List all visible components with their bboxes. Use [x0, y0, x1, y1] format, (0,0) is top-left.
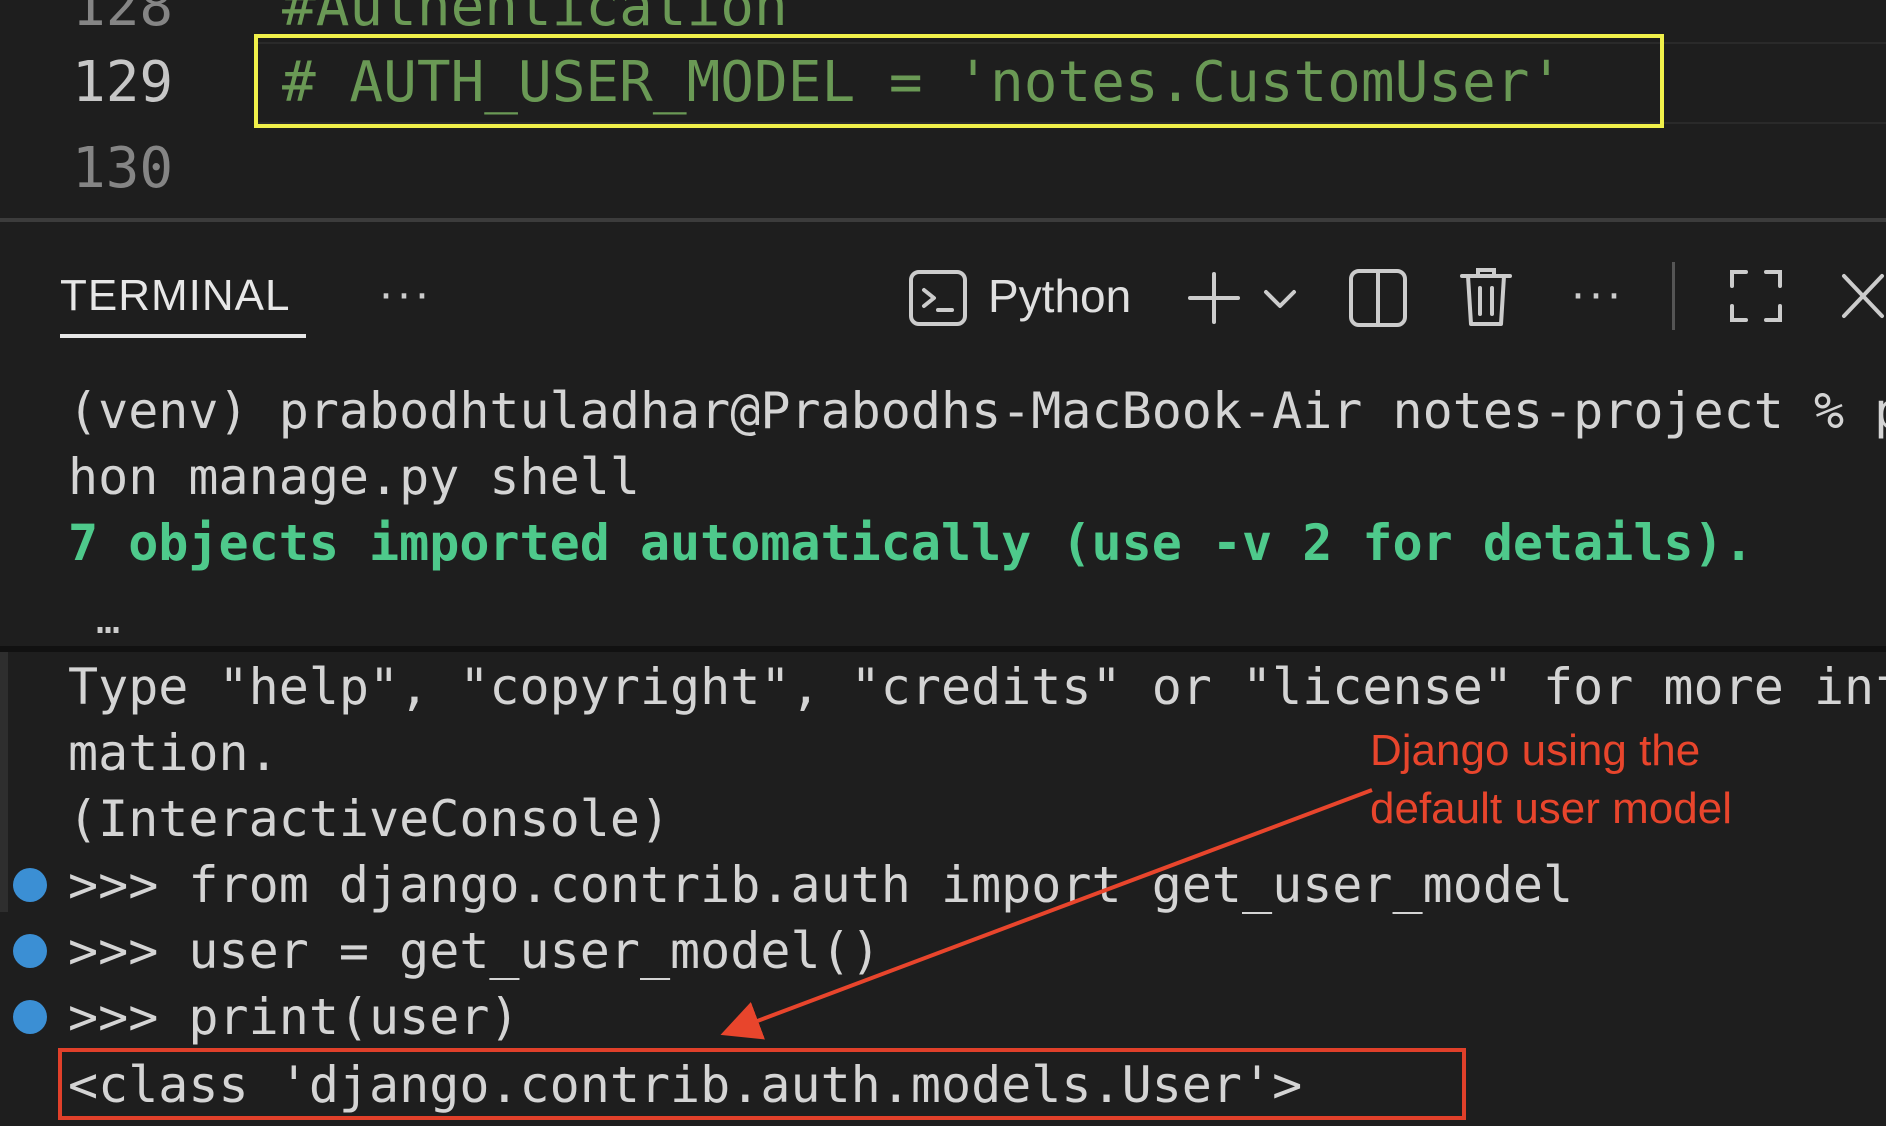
line-number: 128 [72, 0, 174, 39]
code-editor[interactable]: 128 #Authentication 129 # AUTH_USER_MODE… [0, 0, 1886, 218]
highlight-box-settings [254, 34, 1664, 128]
annotation-arrow [720, 788, 1373, 1040]
line-number: 129 [72, 50, 174, 115]
line-number: 130 [72, 136, 174, 201]
terminal-panel: TERMINAL ··· Python ··· (venv) prabodhtu… [0, 222, 1886, 1126]
